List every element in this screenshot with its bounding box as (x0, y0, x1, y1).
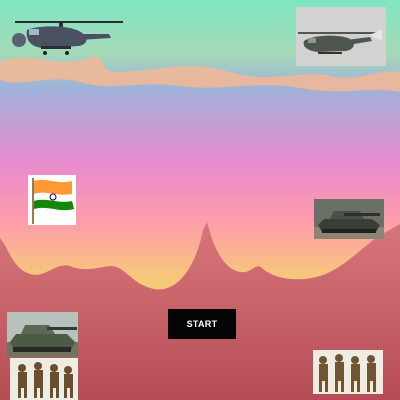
soldiers-sprite-left (10, 358, 78, 400)
battle-tank-icon (314, 199, 384, 239)
attack-helicopter-icon (12, 21, 123, 55)
india-flag-sprite (28, 175, 76, 225)
soldier-squad-icon (313, 350, 383, 394)
start-button[interactable]: START (168, 309, 236, 339)
soldiers-sprite-right (313, 350, 383, 394)
helicopter-sprite (5, 12, 123, 58)
tank-sprite-right (314, 199, 384, 239)
attack-helicopter-photo-icon (296, 7, 386, 66)
soldier-squad-icon (10, 358, 78, 400)
battle-tank-icon (7, 312, 78, 357)
helicopter-photo-sprite (296, 7, 386, 66)
india-flag-icon (32, 178, 74, 224)
tank-sprite-left (7, 312, 78, 357)
